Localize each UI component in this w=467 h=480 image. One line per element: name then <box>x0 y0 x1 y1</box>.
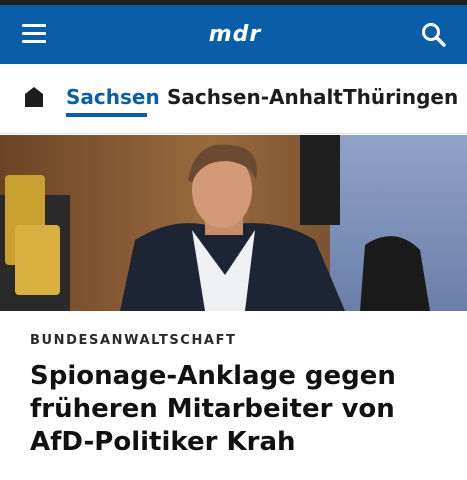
article-hero-image[interactable] <box>0 135 467 311</box>
hamburger-menu-icon-bar <box>22 40 46 43</box>
nav-item-thueringen[interactable]: Thüringen <box>343 82 458 118</box>
nav-item-sachsen-anhalt[interactable]: Sachsen-Anhalt <box>167 82 343 118</box>
mdr-logo[interactable]: mdr <box>200 19 270 51</box>
search-icon <box>422 23 446 47</box>
active-tab-indicator <box>66 113 147 117</box>
home-icon <box>25 87 43 107</box>
hamburger-menu-icon-bar <box>22 32 46 35</box>
hamburger-menu-icon <box>22 24 46 27</box>
menu-button[interactable] <box>22 24 48 44</box>
app-header: mdr <box>0 5 467 64</box>
article-kicker: BUNDESANWALTSCHAFT <box>30 333 237 348</box>
search-button[interactable] <box>420 21 448 49</box>
home-button[interactable] <box>24 86 44 108</box>
hero-photo <box>0 135 467 311</box>
region-nav: Sachsen Sachsen-Anhalt Thüringen <box>0 64 467 134</box>
article-headline[interactable]: Spionage-Anklage gegen früheren Mitarbei… <box>30 360 450 459</box>
